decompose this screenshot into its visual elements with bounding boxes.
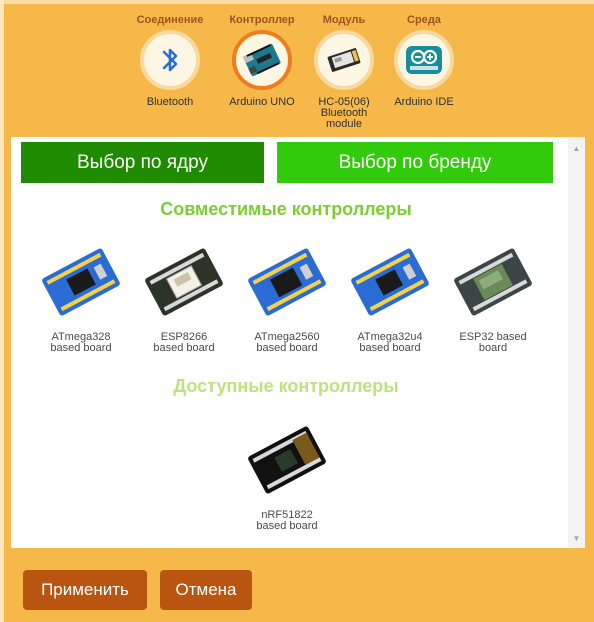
step-circle[interactable]: [140, 30, 200, 90]
tab-select-by-brand[interactable]: Выбор по бренду: [277, 142, 553, 183]
controller-card-atmega2560[interactable]: ATmega2560 based board: [237, 241, 337, 354]
step-title: Среда: [407, 14, 441, 26]
cancel-button[interactable]: Отмена: [160, 570, 252, 610]
card-label-line: based board: [50, 342, 112, 354]
controller-card-label: ATmega32u4 based board: [340, 332, 440, 354]
step-title: Модуль: [322, 14, 366, 26]
apply-button[interactable]: Применить: [23, 570, 147, 610]
controller-card-nrf51822[interactable]: nRF51822 based board: [237, 419, 337, 532]
controller-card-atmega32u4[interactable]: ATmega32u4 based board: [340, 241, 440, 354]
section-title-compatible: Совместимые контроллеры: [160, 199, 412, 219]
step-circle[interactable]: [314, 30, 374, 90]
step-label: Bluetooth: [146, 96, 194, 108]
section-title-available: Доступные контроллеры: [173, 376, 399, 396]
step-label: Arduino UNO: [229, 96, 295, 108]
controller-card-label: nRF51822 based board: [237, 510, 337, 532]
hc05-module-icon: [327, 48, 361, 72]
step-circle[interactable]: [394, 30, 454, 90]
controller-card-label: ESP32 based board: [443, 332, 543, 354]
card-label-line: board: [478, 342, 508, 354]
step-label: Arduino IDE: [394, 96, 454, 108]
step-module[interactable]: Модуль HC-05(06) Bluetooth module: [299, 13, 389, 130]
controller-card-label: ATmega328 based board: [31, 332, 131, 354]
top-strip: [0, 0, 594, 4]
step-environment[interactable]: Среда Arduino IDE: [379, 13, 469, 108]
step-label-line: module: [325, 118, 363, 130]
window-edge: [0, 0, 4, 622]
step-circle[interactable]: [232, 30, 292, 90]
arduino-uno-board-icon: [242, 43, 281, 77]
scroll-up-arrow-icon[interactable]: ▲: [571, 143, 582, 154]
card-label-line: based board: [153, 342, 215, 354]
esp8266-board-icon: [145, 248, 223, 316]
card-label-line: based board: [256, 520, 318, 532]
esp32-board-icon: [454, 248, 532, 316]
blue-board-icon: [248, 248, 326, 316]
controller-card-esp8266[interactable]: ESP8266 based board: [134, 241, 234, 354]
controller-card-esp32[interactable]: ESP32 based board: [443, 241, 543, 354]
blue-board-icon: [42, 248, 120, 316]
card-label-line: based board: [256, 342, 318, 354]
blue-board-icon: [351, 248, 429, 316]
nrf51822-board-icon: [248, 426, 326, 494]
step-controller[interactable]: Контроллер Arduino UNO: [217, 13, 307, 108]
bluetooth-icon: [162, 48, 178, 72]
controller-panel: Выбор по ядру Выбор по бренду Совместимы…: [11, 137, 585, 548]
controller-card-label: ESP8266 based board: [134, 332, 234, 354]
vertical-scrollbar[interactable]: ▲ ▼: [568, 137, 585, 548]
tab-select-by-core[interactable]: Выбор по ядру: [21, 142, 264, 183]
step-title: Контроллер: [229, 14, 295, 26]
scroll-down-arrow-icon[interactable]: ▼: [571, 533, 582, 544]
controller-card-label: ATmega2560 based board: [237, 332, 337, 354]
card-label-line: based board: [359, 342, 421, 354]
step-title: Соединение: [136, 14, 204, 26]
controller-card-atmega328[interactable]: ATmega328 based board: [31, 241, 131, 354]
step-label: HC-05(06) Bluetooth module: [299, 97, 389, 130]
arduino-ide-logo-icon: [406, 46, 442, 74]
step-connection[interactable]: Соединение Bluetooth: [125, 13, 215, 108]
